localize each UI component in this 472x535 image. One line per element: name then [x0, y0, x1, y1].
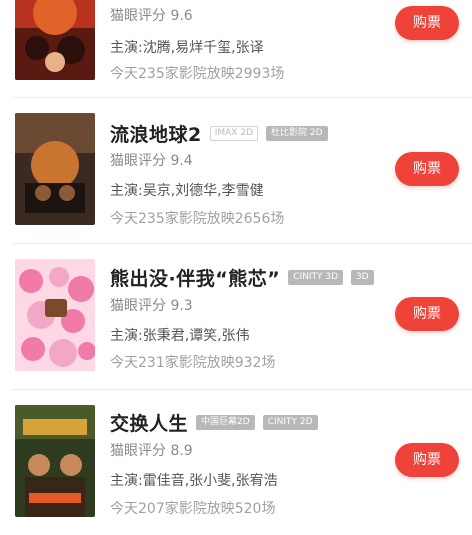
buy-ticket-button[interactable]: 购票 — [395, 443, 459, 477]
movie-title-row: 交换人生 中国巨幕2D CINITY 2D — [110, 409, 318, 436]
movie-showtimes: 今天231家影院放映932场 — [110, 355, 276, 371]
movie-poster[interactable] — [15, 259, 95, 371]
format-tag: 中国巨幕2D — [196, 415, 255, 430]
movie-cast: 主演:吴京,刘德华,李雪健 — [110, 183, 264, 199]
buy-ticket-button[interactable]: 购票 — [395, 297, 459, 331]
movie-title-row: 熊出没·伴我“熊芯” CINITY 3D 3D — [110, 264, 374, 291]
movie-card[interactable]: 熊出没·伴我“熊芯” CINITY 3D 3D 猫眼评分 9.3 主演:张秉君,… — [0, 244, 472, 389]
movie-score: 猫眼评分 9.3 — [110, 298, 193, 314]
movie-poster[interactable] — [15, 0, 95, 80]
format-tag: 杜比影院 2D — [266, 126, 328, 141]
format-tag: CINITY 2D — [262, 415, 318, 430]
movie-score: 猫眼评分 8.9 — [110, 443, 193, 459]
format-tag: CINITY 3D — [288, 270, 344, 285]
movie-cast: 主演:雷佳音,张小斐,张宥浩 — [110, 473, 278, 489]
movie-title: 流浪地球2 — [110, 124, 202, 146]
buy-ticket-button[interactable]: 购票 — [395, 6, 459, 40]
movie-cast: 主演:沈腾,易烊千玺,张译 — [110, 40, 264, 56]
movie-poster[interactable] — [15, 113, 95, 225]
movie-title: 熊出没·伴我“熊芯” — [110, 268, 281, 290]
buy-ticket-button[interactable]: 购票 — [395, 152, 459, 186]
movie-title: 交换人生 — [110, 413, 189, 435]
movie-score: 猫眼评分 9.6 — [110, 8, 193, 24]
movie-card[interactable]: 交换人生 中国巨幕2D CINITY 2D 猫眼评分 8.9 主演:雷佳音,张小… — [0, 390, 472, 535]
movie-score: 猫眼评分 9.4 — [110, 153, 193, 169]
movie-showtimes: 今天235家影院放映2993场 — [110, 66, 285, 82]
movie-showtimes: 今天235家影院放映2656场 — [110, 211, 285, 227]
format-tag: 3D — [351, 270, 374, 285]
movie-card[interactable]: 猫眼评分 9.6 主演:沈腾,易烊千玺,张译 今天235家影院放映2993场 购… — [0, 0, 472, 95]
movie-showtimes: 今天207家影院放映520场 — [110, 501, 276, 517]
format-tag: IMAX 2D — [209, 126, 258, 141]
movie-poster[interactable] — [15, 405, 95, 517]
movie-card[interactable]: 流浪地球2 IMAX 2D 杜比影院 2D 猫眼评分 9.4 主演:吴京,刘德华… — [0, 98, 472, 243]
movie-title-row: 流浪地球2 IMAX 2D 杜比影院 2D — [110, 120, 328, 147]
movie-cast: 主演:张秉君,谭笑,张伟 — [110, 328, 250, 344]
